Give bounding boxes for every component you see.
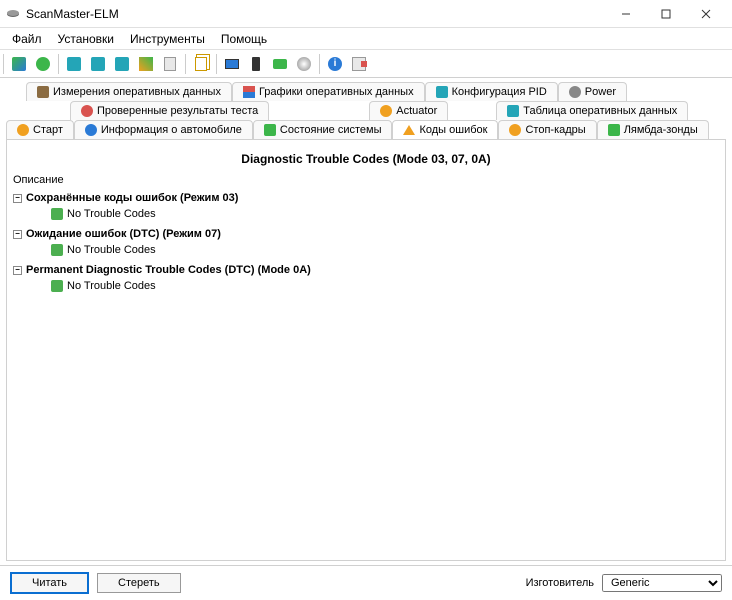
tab-label: Actuator <box>396 105 437 117</box>
menu-help[interactable]: Помощь <box>213 30 275 48</box>
read-button[interactable]: Читать <box>10 572 89 594</box>
tab-lambda[interactable]: Лямбда-зонды <box>597 120 709 139</box>
close-button[interactable] <box>686 1 726 27</box>
minimize-button[interactable] <box>606 1 646 27</box>
star-icon <box>17 124 29 136</box>
tab-pid-config[interactable]: Конфигурация PID <box>425 82 558 101</box>
group-pending-codes[interactable]: − Ожидание ошибок (DTC) (Режим 07) <box>13 226 719 242</box>
tab-label: Информация о автомобиле <box>101 124 242 136</box>
tb-card-icon[interactable] <box>269 53 291 75</box>
panel-title: Diagnostic Trouble Codes (Mode 03, 07, 0… <box>7 140 725 174</box>
tb-calc-icon[interactable] <box>159 53 181 75</box>
group-title: Сохранённые коды ошибок (Режим 03) <box>26 192 238 204</box>
tab-vehicle-info[interactable]: Информация о автомобиле <box>74 120 253 139</box>
lambda-icon <box>608 124 620 136</box>
description-label: Описание <box>7 174 725 190</box>
leaf-text: No Trouble Codes <box>67 280 156 292</box>
tab-label: Таблица оперативных данных <box>523 105 677 117</box>
power-icon <box>569 86 581 98</box>
tb-grid4-icon[interactable] <box>135 53 157 75</box>
tab-live-measurements[interactable]: Измерения оперативных данных <box>26 82 232 101</box>
tab-label: Конфигурация PID <box>452 86 547 98</box>
tab-error-codes[interactable]: Коды ошибок <box>392 120 498 139</box>
tab-label: Стоп-кадры <box>525 124 585 136</box>
ok-icon <box>51 244 63 256</box>
ok-icon <box>51 280 63 292</box>
tree-leaf[interactable]: No Trouble Codes <box>13 206 719 222</box>
menu-tools[interactable]: Инструменты <box>122 30 213 48</box>
tab-live-table[interactable]: Таблица оперативных данных <box>496 101 688 120</box>
tab-system-status[interactable]: Состояние системы <box>253 120 393 139</box>
maximize-button[interactable] <box>646 1 686 27</box>
ok-icon <box>51 208 63 220</box>
tab-freeze-frames[interactable]: Стоп-кадры <box>498 120 596 139</box>
info-icon <box>85 124 97 136</box>
tab-live-graphs[interactable]: Графики оперативных данных <box>232 82 425 101</box>
tree-leaf[interactable]: No Trouble Codes <box>13 242 719 258</box>
tab-label: Лямбда-зонды <box>624 124 698 136</box>
leaf-text: No Trouble Codes <box>67 244 156 256</box>
window-title: ScanMaster-ELM <box>26 7 606 21</box>
snowflake-icon <box>509 124 521 136</box>
manufacturer-select[interactable]: Generic <box>602 574 722 592</box>
menu-settings[interactable]: Установки <box>50 30 122 48</box>
tab-label: Проверенные результаты теста <box>97 105 258 117</box>
manufacturer-label: Изготовитель <box>526 577 594 589</box>
erase-button[interactable]: Стереть <box>97 573 181 593</box>
tab-label: Графики оперативных данных <box>259 86 414 98</box>
group-stored-codes[interactable]: − Сохранённые коды ошибок (Режим 03) <box>13 190 719 206</box>
tab-label: Измерения оперативных данных <box>53 86 221 98</box>
toolbar: i <box>0 50 732 78</box>
leaf-text: No Trouble Codes <box>67 208 156 220</box>
content-panel: Diagnostic Trouble Codes (Mode 03, 07, 0… <box>6 139 726 561</box>
tb-grid3-icon[interactable] <box>111 53 133 75</box>
bottom-bar: Читать Стереть Изготовитель Generic <box>0 565 732 600</box>
group-title: Permanent Diagnostic Trouble Codes (DTC)… <box>26 264 311 276</box>
tb-exit-icon[interactable] <box>348 53 370 75</box>
codes-tree: − Сохранённые коды ошибок (Режим 03) No … <box>7 190 725 298</box>
target-icon <box>81 105 93 117</box>
tree-leaf[interactable]: No Trouble Codes <box>13 278 719 294</box>
tb-device-icon[interactable] <box>245 53 267 75</box>
tb-globe-icon[interactable] <box>32 53 54 75</box>
list-icon <box>436 86 448 98</box>
tab-test-results[interactable]: Проверенные результаты теста <box>70 101 269 120</box>
menu-bar: Файл Установки Инструменты Помощь <box>0 28 732 50</box>
app-icon <box>6 7 20 21</box>
menu-file[interactable]: Файл <box>4 30 50 48</box>
status-icon <box>264 124 276 136</box>
tb-disc-icon[interactable] <box>293 53 315 75</box>
title-bar: ScanMaster-ELM <box>0 0 732 28</box>
tab-label: Power <box>585 86 616 98</box>
tb-monitor-icon[interactable] <box>221 53 243 75</box>
collapse-icon[interactable]: − <box>13 230 22 239</box>
collapse-icon[interactable]: − <box>13 266 22 275</box>
tab-start[interactable]: Старт <box>6 120 74 139</box>
tab-label: Коды ошибок <box>419 124 487 136</box>
tb-copy-icon[interactable] <box>190 53 212 75</box>
tab-power[interactable]: Power <box>558 82 627 101</box>
tab-label: Состояние системы <box>280 124 382 136</box>
warning-icon <box>403 125 415 135</box>
collapse-icon[interactable]: − <box>13 194 22 203</box>
table-icon <box>507 105 519 117</box>
actuator-icon <box>380 105 392 117</box>
tb-grid2-icon[interactable] <box>87 53 109 75</box>
tb-connect-icon[interactable] <box>8 53 30 75</box>
tabs-area: Измерения оперативных данных Графики опе… <box>0 78 732 139</box>
gauge-icon <box>37 86 49 98</box>
tab-label: Старт <box>33 124 63 136</box>
chart-icon <box>243 86 255 98</box>
group-permanent-codes[interactable]: − Permanent Diagnostic Trouble Codes (DT… <box>13 262 719 278</box>
tb-info-icon[interactable]: i <box>324 53 346 75</box>
tb-grid1-icon[interactable] <box>63 53 85 75</box>
tab-actuator[interactable]: Actuator <box>369 101 448 120</box>
group-title: Ожидание ошибок (DTC) (Режим 07) <box>26 228 221 240</box>
